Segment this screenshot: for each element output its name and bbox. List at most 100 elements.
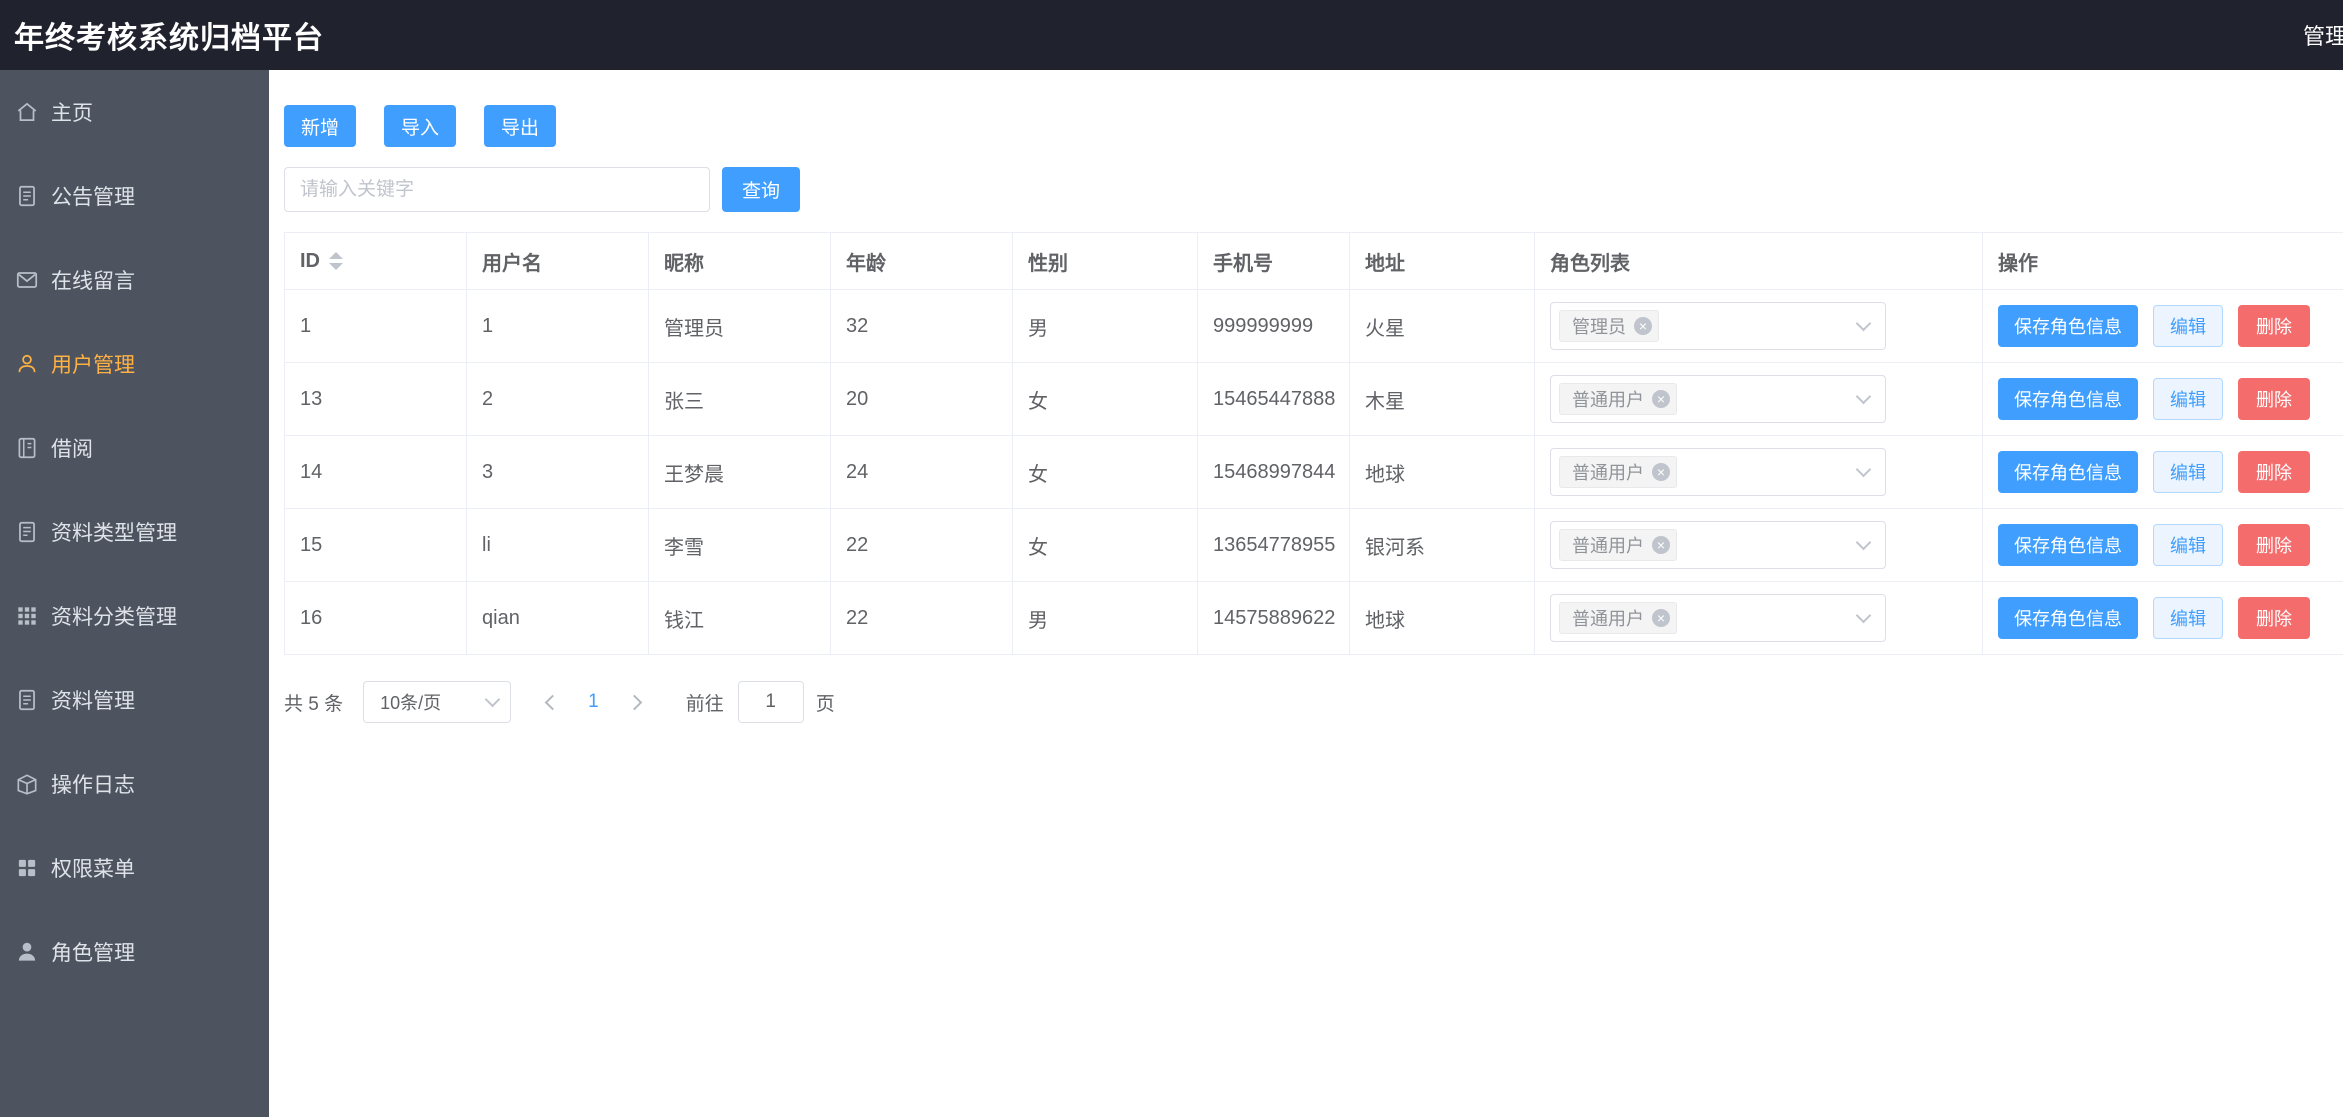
save-role-button[interactable]: 保存角色信息 [1998,305,2138,347]
sort-carets-icon[interactable] [329,252,343,271]
page-number[interactable]: 1 [588,691,599,713]
user-icon [14,351,40,377]
sidebar-item-material-type[interactable]: 资料类型管理 [0,490,269,574]
prev-page-button[interactable] [544,694,561,710]
table-header-row: ID 用户名 昵称 年龄 性别 手机号 地址 角色列表 操作 [284,232,2343,290]
app-header: 年终考核系统归档平台 管理员 [0,0,2343,70]
toolbar: 新增 导入 导出 [284,105,2343,147]
page-size-label: 10条/页 [380,693,442,713]
sidebar-item-label: 借阅 [51,438,93,461]
cell-username: 1 [466,289,649,363]
cell-nickname: 李雪 [648,508,831,582]
chevron-down-icon [484,691,501,707]
edit-button[interactable]: 编辑 [2153,597,2223,639]
role-select[interactable]: 普通用户 × [1550,594,1886,642]
sidebar-item-users[interactable]: 用户管理 [0,322,269,406]
edit-button[interactable]: 编辑 [2153,524,2223,566]
search-button[interactable]: 查询 [722,167,801,212]
app-title: 年终考核系统归档平台 [14,22,324,55]
sidebar-item-home[interactable]: 主页 [0,70,269,154]
sidebar-item-material-category[interactable]: 资料分类管理 [0,574,269,658]
tag-close-icon[interactable]: × [1652,536,1670,554]
cell-operations: 保存角色信息 编辑 删除 [1982,581,2343,655]
role-select[interactable]: 普通用户 × [1550,521,1886,569]
column-header-id-label: ID [300,249,320,272]
role-select[interactable]: 普通用户 × [1550,375,1886,423]
tag-close-icon[interactable]: × [1652,463,1670,481]
sidebar-item-permission-menu[interactable]: 权限菜单 [0,826,269,910]
cell-username: 3 [466,435,649,509]
cell-address: 地球 [1349,435,1535,509]
tag-close-icon[interactable]: × [1652,390,1670,408]
column-header-gender: 性别 [1012,232,1198,290]
delete-button[interactable]: 删除 [2238,378,2310,420]
sidebar-item-label: 角色管理 [51,942,135,965]
delete-button[interactable]: 删除 [2238,524,2310,566]
role-tag: 管理员 × [1559,310,1659,342]
sidebar-item-label: 用户管理 [51,354,135,377]
sidebar-item-logs[interactable]: 操作日志 [0,742,269,826]
cell-address: 地球 [1349,581,1535,655]
role-tag: 普通用户 × [1559,529,1677,561]
sidebar-item-borrow[interactable]: 借阅 [0,406,269,490]
cell-phone: 15468997844 [1197,435,1350,509]
delete-button[interactable]: 删除 [2238,451,2310,493]
column-header-roles: 角色列表 [1534,232,1983,290]
tag-close-icon[interactable]: × [1652,609,1670,627]
edit-button[interactable]: 编辑 [2153,451,2223,493]
cell-nickname: 王梦晨 [648,435,831,509]
header-user-menu[interactable]: 管理员 [2303,19,2343,51]
next-page-button[interactable] [626,694,642,710]
home-icon [14,99,40,125]
goto-input[interactable] [737,681,804,723]
user-solid-icon [14,939,40,965]
table-row: 16 qian 钱江 22 男 14575889622 地球 普通用户 × 保存… [284,581,2343,655]
role-tag: 普通用户 × [1559,602,1677,634]
save-role-button[interactable]: 保存角色信息 [1998,524,2138,566]
column-header-username: 用户名 [466,232,649,290]
role-tag: 普通用户 × [1559,456,1677,488]
sidebar-item-label: 资料分类管理 [51,606,177,629]
cell-username: qian [466,581,649,655]
sidebar-item-label: 主页 [51,102,93,125]
table-row: 14 3 王梦晨 24 女 15468997844 地球 普通用户 × 保存角色… [284,435,2343,509]
save-role-button[interactable]: 保存角色信息 [1998,597,2138,639]
sidebar-item-notice[interactable]: 公告管理 [0,154,269,238]
delete-button[interactable]: 删除 [2238,597,2310,639]
sidebar-item-messages[interactable]: 在线留言 [0,238,269,322]
sidebar-item-roles[interactable]: 角色管理 [0,910,269,994]
document-icon [14,687,40,713]
chevron-down-icon [1855,461,1872,477]
save-role-button[interactable]: 保存角色信息 [1998,451,2138,493]
role-tag-label: 管理员 [1572,317,1626,337]
box-icon [14,771,40,797]
import-button[interactable]: 导入 [384,105,457,147]
cell-nickname: 钱江 [648,581,831,655]
sidebar-item-material[interactable]: 资料管理 [0,658,269,742]
cell-gender: 女 [1012,508,1198,582]
menu-grid-icon [14,855,40,881]
edit-button[interactable]: 编辑 [2153,305,2223,347]
chevron-down-icon [1855,315,1872,331]
sidebar-item-label: 公告管理 [51,186,135,209]
role-select[interactable]: 管理员 × [1550,302,1886,350]
column-header-id: ID [284,232,467,290]
cell-roles: 普通用户 × [1534,435,1983,509]
role-tag-label: 普通用户 [1572,390,1644,410]
add-button[interactable]: 新增 [284,105,357,147]
cell-id: 16 [284,581,467,655]
export-button[interactable]: 导出 [484,105,557,147]
cell-address: 木星 [1349,362,1535,436]
role-select[interactable]: 普通用户 × [1550,448,1886,496]
column-header-operations: 操作 [1982,232,2343,290]
cell-age: 32 [830,289,1013,363]
cell-address: 火星 [1349,289,1535,363]
cell-operations: 保存角色信息 编辑 删除 [1982,362,2343,436]
keyword-input[interactable] [284,167,710,212]
cell-age: 20 [830,362,1013,436]
edit-button[interactable]: 编辑 [2153,378,2223,420]
page-size-select[interactable]: 10条/页 [363,681,512,723]
save-role-button[interactable]: 保存角色信息 [1998,378,2138,420]
delete-button[interactable]: 删除 [2238,305,2310,347]
tag-close-icon[interactable]: × [1634,317,1652,335]
